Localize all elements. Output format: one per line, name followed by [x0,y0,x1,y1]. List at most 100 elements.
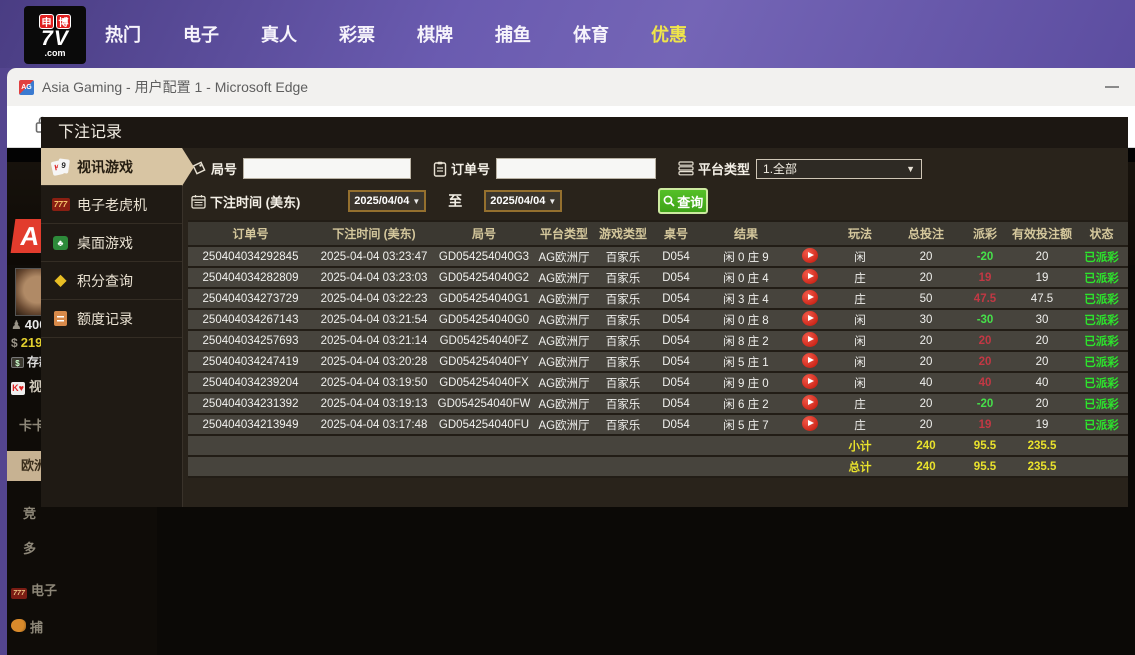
order-number-label: 订单号 [451,162,491,177]
col-header-play: 玩法 [829,220,891,247]
nav-item-live[interactable]: 真人 [261,21,297,47]
cell-total-bet: 20 [891,330,961,352]
bet-records-table: 订单号 下注时间 (美东) 局号 平台类型 游戏类型 桌号 结果 玩法 总投注 … [188,220,1128,478]
query-button[interactable]: 查询 [658,188,709,214]
cell-platform: AG欧洲厅 [533,330,595,352]
cell-empty [1075,456,1128,478]
nav-item-chess[interactable]: 棋牌 [417,21,453,47]
replay-play-button[interactable] [802,268,818,284]
cell-order-no: 250404034292845 [188,246,313,268]
nav-item-promo[interactable]: 优惠 [651,21,687,47]
deposit-icon: $ [11,357,24,368]
cell-status: 已派彩 [1075,372,1128,394]
replay-play-button[interactable] [802,352,818,368]
cell-platform: AG欧洲厅 [533,393,595,415]
bg-item-duo[interactable]: 多 [23,538,36,557]
nav-item-fishing[interactable]: 捕鱼 [495,21,531,47]
cell-result: 闲 6 庄 2 [701,393,791,415]
cell-payout: -30 [961,309,1009,331]
date-to-select[interactable]: 2025/04/04 ▼ [484,190,563,212]
cell-game-type: 百家乐 [595,309,651,331]
cell-replay [791,309,829,331]
bg-item-video[interactable]: K♥ 视 [11,376,42,395]
nav-item-slots[interactable]: 电子 [183,21,219,47]
cell-game-type: 百家乐 [595,393,651,415]
nav-item-lottery[interactable]: 彩票 [339,21,375,47]
cell-game-type: 百家乐 [595,267,651,289]
cell-valid-bet: 47.5 [1009,288,1075,310]
cell-total-bet: 20 [891,393,961,415]
platform-type-select[interactable]: 1.全部 ▼ [756,158,923,179]
cell-platform: AG欧洲厅 [533,267,595,289]
col-header-table-no: 桌号 [651,220,701,247]
date-from-select[interactable]: 2025/04/04 ▼ [348,190,427,212]
col-header-bet-time: 下注时间 (美东) [313,220,435,247]
col-header-valid-bet: 有效投注额 [1009,220,1075,247]
cell-empty [1075,435,1128,457]
replay-play-button[interactable] [802,289,818,305]
chevron-down-icon: ▼ [906,163,916,174]
nav-item-hot[interactable]: 热门 [105,21,141,47]
cell-bet-time: 2025-04-04 03:19:50 [313,372,435,394]
round-number-input[interactable] [243,158,412,179]
cell-platform: AG欧洲厅 [533,288,595,310]
cell-bet-time: 2025-04-04 03:22:23 [313,288,435,310]
cell-result: 闲 8 庄 2 [701,330,791,352]
cell-valid-bet: 40 [1009,372,1075,394]
cell-order-no: 250404034231392 [188,393,313,415]
replay-play-button[interactable] [802,415,818,431]
col-header-payout: 派彩 [961,220,1009,247]
cell-summary-label: 总计 [829,456,891,478]
bg-item-jing[interactable]: 竞 [23,503,36,522]
cell-play: 闲 [829,309,891,331]
menu-item-slot-machines[interactable]: 777 电子老虎机 [41,186,182,224]
cell-total-bet: 20 [891,246,961,268]
cell-empty [313,435,435,457]
site-logo[interactable]: 申 博 7V .com [24,6,86,64]
cell-payout: -20 [961,246,1009,268]
bg-item-slots[interactable]: 777 电子 [11,580,57,599]
cell-play: 闲 [829,351,891,373]
cell-table-no: D054 [651,309,701,331]
cell-valid-bet: 30 [1009,309,1075,331]
col-header-order-no: 订单号 [188,220,313,247]
cell-empty [595,456,651,478]
cell-status: 已派彩 [1075,246,1128,268]
replay-play-button[interactable] [802,373,818,389]
menu-item-quota-records[interactable]: 额度记录 [41,300,182,338]
replay-play-button[interactable] [802,310,818,326]
cell-play: 庄 [829,267,891,289]
cell-round-no: GD054254040FY [435,351,533,373]
cell-status: 已派彩 [1075,267,1128,289]
cell-platform: AG欧洲厅 [533,414,595,436]
cell-empty [533,456,595,478]
replay-play-button[interactable] [802,331,818,347]
bg-item-fishing[interactable]: 捕 [11,617,43,636]
order-number-input[interactable] [496,158,657,179]
menu-item-label: 视讯游戏 [77,158,133,175]
cell-total-bet: 20 [891,414,961,436]
cell-valid-bet: 20 [1009,330,1075,352]
minimize-button[interactable] [1105,86,1119,88]
cell-order-no: 250404034282809 [188,267,313,289]
cell-replay [791,414,829,436]
cell-play: 庄 [829,414,891,436]
cell-valid-bet: 19 [1009,267,1075,289]
nav-item-sports[interactable]: 体育 [573,21,609,47]
menu-item-table-games[interactable]: ♣ 桌面游戏 [41,224,182,262]
cell-table-no: D054 [651,414,701,436]
query-button-label: 查询 [677,194,704,210]
replay-play-button[interactable] [802,394,818,410]
cell-status: 已派彩 [1075,309,1128,331]
bet-time-label: 下注时间 (美东) [210,194,301,210]
points-diamond-icon: ◆ [54,271,67,289]
menu-item-video-games[interactable]: K9 视讯游戏 [41,148,194,186]
menu-item-points-query[interactable]: ◆ 积分查询 [41,262,182,300]
cell-replay [791,267,829,289]
total-row: 总计 240 95.5 235.5 [188,456,1128,478]
cell-empty [533,435,595,457]
table-row: 250404034257693 2025-04-04 03:21:14 GD0542… [188,330,1128,352]
cell-payout: 20 [961,330,1009,352]
cell-summary-total-bet: 240 [891,435,961,457]
replay-play-button[interactable] [802,247,818,263]
